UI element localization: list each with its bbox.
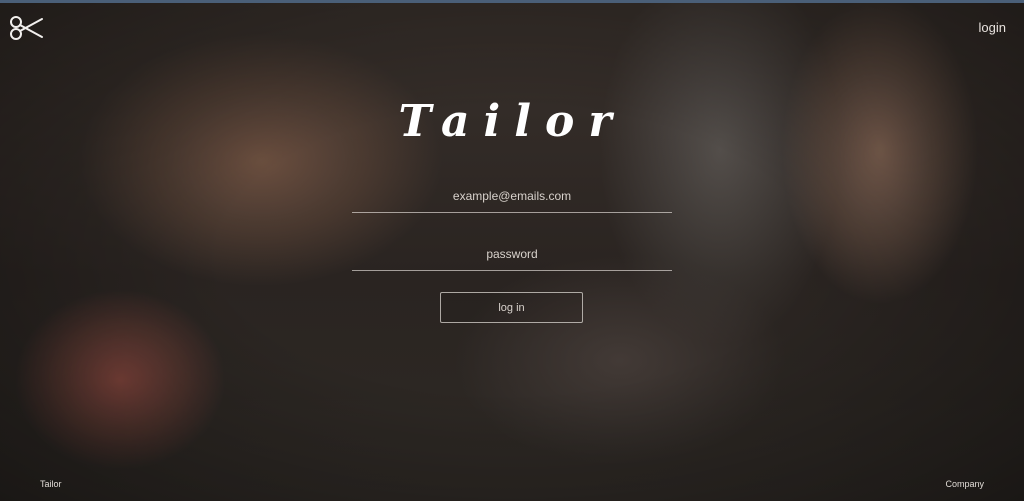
- top-accent-line: [0, 0, 1024, 3]
- email-field[interactable]: [352, 180, 672, 212]
- scissors-icon[interactable]: [8, 14, 46, 42]
- footer-company: Company: [945, 479, 984, 489]
- login-link[interactable]: login: [979, 20, 1006, 35]
- hero-title: Tailor: [398, 96, 626, 147]
- password-field-wrapper: [352, 238, 672, 271]
- email-field-wrapper: [352, 180, 672, 213]
- login-button[interactable]: log in: [440, 292, 583, 323]
- login-form: log in: [352, 180, 672, 323]
- password-field[interactable]: [352, 238, 672, 270]
- footer-brand: Tailor: [40, 479, 62, 489]
